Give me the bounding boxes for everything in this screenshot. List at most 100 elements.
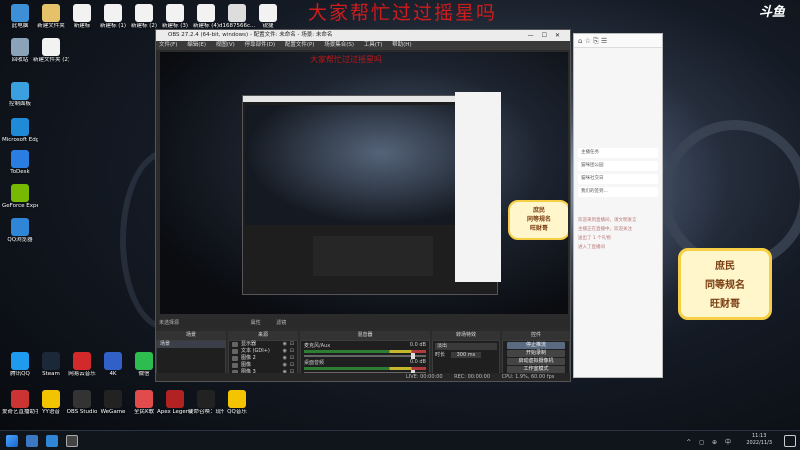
rec-timer: REC: 00:00:00: [454, 374, 491, 380]
app-icon: [11, 352, 29, 370]
desktop-icon[interactable]: 控制面板: [2, 82, 38, 108]
source-item[interactable]: 显示器 ◉ ⊡: [229, 341, 297, 348]
app-icon: [166, 4, 184, 22]
source-item[interactable]: 图像 ◉ ⊡: [229, 362, 297, 369]
studio-mode-button[interactable]: 工作室模式: [507, 366, 565, 373]
douyu-logo: 斗鱼: [758, 5, 785, 20]
desktop-icon-label: 控制面板: [8, 101, 31, 107]
app-icon: [11, 38, 29, 56]
menu-scene-collection[interactable]: 场景集合(S): [324, 42, 354, 48]
properties-button[interactable]: 属性: [251, 320, 261, 326]
slider-knob[interactable]: [411, 353, 416, 359]
transition-duration: 时长 300 ms: [435, 352, 497, 359]
chat-line: 送出了 1 个礼物: [578, 236, 611, 241]
lock-icon[interactable]: ⊡: [290, 341, 294, 348]
windows-start-icon[interactable]: [6, 435, 18, 447]
eye-icon[interactable]: ◉: [283, 355, 287, 362]
browser-taskbar-icon[interactable]: [46, 435, 58, 447]
app-icon: [11, 184, 29, 202]
clock-time: 11:13: [751, 433, 767, 439]
app-icon: [11, 82, 29, 100]
desktop-icon[interactable]: 新建文件夹 (2): [33, 38, 69, 64]
obs-taskbar-icon[interactable]: [66, 435, 78, 447]
desktop-icon[interactable]: GeForce Experience: [2, 184, 38, 210]
side-item[interactable]: 猫咪社交日: [578, 174, 658, 184]
source-item[interactable]: 文本 (GDI+) ◉ ⊡: [229, 348, 297, 355]
side-item[interactable]: 猫咪团公园: [578, 161, 658, 171]
desktop-icon-label: Microsoft Edge: [2, 137, 38, 143]
app-icon: [42, 390, 60, 408]
transitions-dock: 淡出 时长 300 ms: [432, 340, 500, 374]
eye-icon[interactable]: ◉: [283, 362, 287, 369]
notification-icon[interactable]: [784, 435, 796, 447]
audio-meter: [304, 350, 426, 353]
app-icon: [197, 4, 215, 22]
app-icon: [42, 352, 60, 370]
obs-window[interactable]: OBS 27.2.4 (64-bit, windows) - 配置文件: 未命名…: [155, 29, 571, 382]
source-item[interactable]: 图像 2 ◉ ⊡: [229, 355, 297, 362]
image-icon: [232, 363, 238, 368]
menu-file[interactable]: 文件(F): [159, 42, 177, 48]
clock[interactable]: 11:13 2022/11/3: [746, 433, 772, 447]
clock-date: 2022/11/3: [746, 440, 772, 446]
transition-select[interactable]: 淡出: [435, 343, 497, 350]
chat-line: 主播正在直播中，欢迎关注: [578, 227, 632, 232]
menu-profile[interactable]: 配置文件(P): [285, 42, 315, 48]
obs-menubar: 文件(F) 编辑(E) 视图(V) 停靠部件(D) 配置文件(P) 场景集合(S…: [156, 41, 570, 50]
cpu-status: CPU: 1.9%, 60.00 fps: [501, 374, 555, 380]
app-icon: [135, 352, 153, 370]
chat-line: 欢迎来到直播间，请文明发言: [578, 218, 637, 223]
menu-view[interactable]: 视图(V): [216, 42, 235, 48]
app-icon: [104, 4, 122, 22]
app-icon: [135, 4, 153, 22]
desktop-icon[interactable]: Microsoft Edge: [2, 118, 38, 144]
virtual-camera-button[interactable]: 启动虚拟摄像机: [507, 358, 565, 365]
sources-dock: 显示器 ◉ ⊡ 文本 (GDI+) ◉ ⊡ 图像 2 ◉ ⊡ 图像 ◉ ⊡ 图像 3 ◉ ⊡: [228, 340, 298, 375]
mixer-dock: 麦克风/Aux 0.0 dB 桌面音频 0.0 dB: [300, 340, 430, 376]
taskbar: ^ ◻ ⊕ 中 11:13 2022/11/3: [0, 430, 800, 450]
menu-tools[interactable]: 工具(T): [364, 42, 383, 48]
filters-button[interactable]: 滤镜: [276, 320, 286, 326]
menu-help[interactable]: 帮助(H): [392, 42, 411, 48]
source-toolbar: 未选择源 属性 滤镜: [156, 319, 570, 328]
side-item[interactable]: 我们的签到...: [578, 187, 658, 197]
task-view-icon[interactable]: [26, 435, 38, 447]
volume-slider[interactable]: [304, 353, 426, 359]
app-icon: [228, 4, 246, 22]
menu-docks[interactable]: 停靠部件(D): [245, 42, 276, 48]
eye-icon[interactable]: ◉: [283, 348, 287, 355]
app-icon: [11, 118, 29, 136]
fan-sticker: 庶民 同等规名 旺财哥: [678, 248, 772, 320]
system-tray[interactable]: ^ ◻ ⊕ 中: [686, 437, 734, 446]
app-icon: [11, 150, 29, 168]
lock-icon[interactable]: ⊡: [290, 362, 294, 369]
lock-icon[interactable]: ⊡: [290, 355, 294, 362]
desktop-icon[interactable]: ToDesk: [2, 150, 38, 176]
obs-titlebar[interactable]: OBS 27.2.4 (64-bit, windows) - 配置文件: 未命名…: [156, 30, 570, 41]
text-icon: [232, 349, 238, 354]
eye-icon[interactable]: ◉: [283, 341, 287, 348]
desktop-icon[interactable]: 锐捷: [250, 4, 286, 30]
lock-icon[interactable]: ⊡: [290, 348, 294, 355]
side-item[interactable]: 主播任务: [578, 148, 658, 158]
scene-item[interactable]: 场景: [157, 341, 225, 348]
menu-edit[interactable]: 编辑(E): [187, 42, 206, 48]
obs-preview[interactable]: 大家帮忙过过摇星吗 庶民 同等规名 旺财哥: [160, 52, 568, 314]
app-icon: [11, 218, 29, 236]
desktop-icon-label: QQ浏览器: [7, 237, 33, 243]
start-recording-button[interactable]: 开始录制: [507, 350, 565, 357]
app-icon: [104, 352, 122, 370]
desktop-icon[interactable]: QQ音乐: [219, 390, 255, 416]
scenes-dock-header: 场景: [156, 331, 226, 340]
obs-window-title: OBS 27.2.4 (64-bit, windows) - 配置文件: 未命名…: [168, 32, 333, 38]
image-icon: [232, 356, 238, 361]
window-controls[interactable]: —☐✕: [528, 30, 568, 41]
preview-sticker: 庶民 同等规名 旺财哥: [508, 200, 568, 240]
no-source-label: 未选择源: [159, 320, 180, 326]
desktop-icon[interactable]: QQ浏览器: [2, 218, 38, 244]
mixer-dock-header: 混音器: [300, 331, 430, 340]
stream-overlay-title: 大家帮忙过过摇星吗: [308, 2, 498, 24]
side-panel-toolbar[interactable]: ⌂ ☆ ⎘ ☰: [574, 34, 662, 48]
stop-streaming-button[interactable]: 停止推流: [507, 342, 565, 349]
duration-input[interactable]: 300 ms: [450, 352, 482, 358]
